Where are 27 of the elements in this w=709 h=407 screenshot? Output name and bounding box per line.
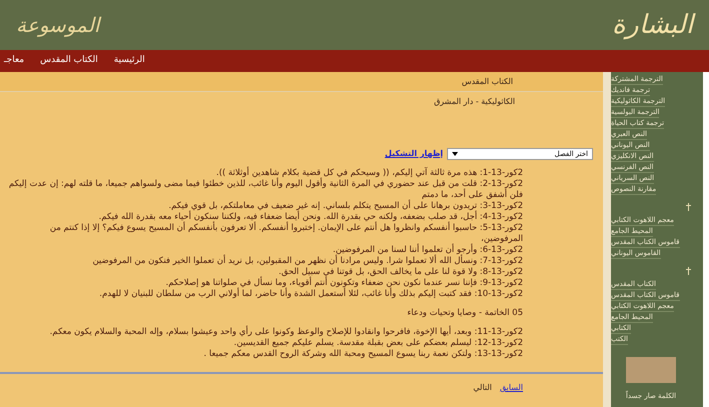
- translation-subtitle: الكاثوليكية - دار المشرق: [432, 96, 515, 108]
- next-label: التالي: [473, 382, 492, 394]
- verse-text: 2كور-13-11: وبعد، أيها الإخوة، فافرحوا وانقادوا للإصلاح والوعظ وكونوا على رأي واحد وعيشوا بسلام، وإله المحبة والسلام يكون معكم.: [48, 327, 523, 338]
- verse-text: 2كور-13-12: ليسلم بعضكم على بعض بقبلة مقدسة. يسلم عليكم جميع القديسين.: [232, 338, 523, 349]
- verse-text: 2كور-13-2: قلت من قبل عند حضوري في المرة الثانية وأقول اليوم وأنا غائب، للذين خطئوا فيما مضى ولسواهم جميعا، ما قلته لهم: إن عدت إليكم فلن أشفق على أحد، ما دمتم: [8, 179, 523, 200]
- section-heading: 05 الخاتمة - وصايا وتحيات ودعاء: [406, 308, 523, 319]
- verse-text: 2كور-13-3: تريدون برهانا على أن المسيح يتكلم بلساني. إنه غير ضعيف في معاملتكم، بل قوي فيكم.: [168, 201, 523, 211]
- verse-text: 2كور-13-1: هذه مرة ثالثة آتي إليكم، (( وسيحكم في كل قضية بكلام شاهدين أوثلاثة )).: [215, 168, 523, 178]
- verse-text: 2كور-13-7: ونسأل الله ألا تعملوا شرا. وليس مرادنا أن نظهر من المقبولين، بل نريد أن تعملوا الخير فنكون من المرفوضين: [92, 256, 523, 267]
- verse-text: 2كور-13-13: ولتكن نعمة ربنا يسوع المسيح ومحبة الله وشركة الروح القدس معكم جميعا .: [202, 349, 523, 360]
- site-logo[interactable]: الموسوعة: [16, 10, 100, 40]
- show-diacritics-link[interactable]: إظهار التشكيل: [384, 148, 443, 160]
- previous-link[interactable]: السابق: [500, 382, 523, 394]
- verse-text: 2كور-13-10: فقد كتبت إليكم بذلك وأنا غائب، لئلا أستعمل الشدة وأنا حاضر، لما أولاني الرب من سلطان للبنيان لا للهدم.: [98, 289, 523, 300]
- cross-icon: [686, 267, 691, 275]
- verse-text: 2كور-13-4: أجل، قد صلب بضعفه، ولكنه حي بقدرة الله. ونحن أيضا ضعفاء فيه، ولكننا سنكون أحياء معه بقدرة الله فيكم.: [98, 212, 523, 222]
- nav-link[interactable]: الكتاب المقدس: [40, 54, 98, 68]
- cross-icon: [686, 203, 691, 211]
- nav-link[interactable]: الرئيسية: [114, 54, 145, 68]
- verse-text: 2كور-13-9: فإننا نسر عندما نكون نحن ضعفاء وتكونون أنتم أقوياء، وما نسأل في صلواتنا هو إصلاحكم.: [164, 278, 523, 288]
- nav-link[interactable]: معاجـ: [4, 54, 24, 68]
- verse-text: 2كور-13-5: حاسبوا أنفسكم وانظروا هل أنتم على الإيمان. إختبروا أنفسكم. ألا تعرفون بأنفسكم أن المسيح يسوع فيكم؟ إلا إذا كنتم من المرفوضين،: [48, 223, 523, 244]
- verse-text: 2كور-13-6: وأرجو أن تعلموا أننا لسنا من المرفوضين.: [332, 245, 523, 255]
- dropdown-arrow-icon: [452, 152, 458, 156]
- breadcrumb-text: الكتاب المقدس: [462, 76, 513, 88]
- hands-photo-placeholder: [626, 357, 676, 383]
- verse-text: 2كور-13-8: ولا قوة لنا على ما يخالف الحق، بل قوتنا في سبيل الحق.: [278, 267, 523, 277]
